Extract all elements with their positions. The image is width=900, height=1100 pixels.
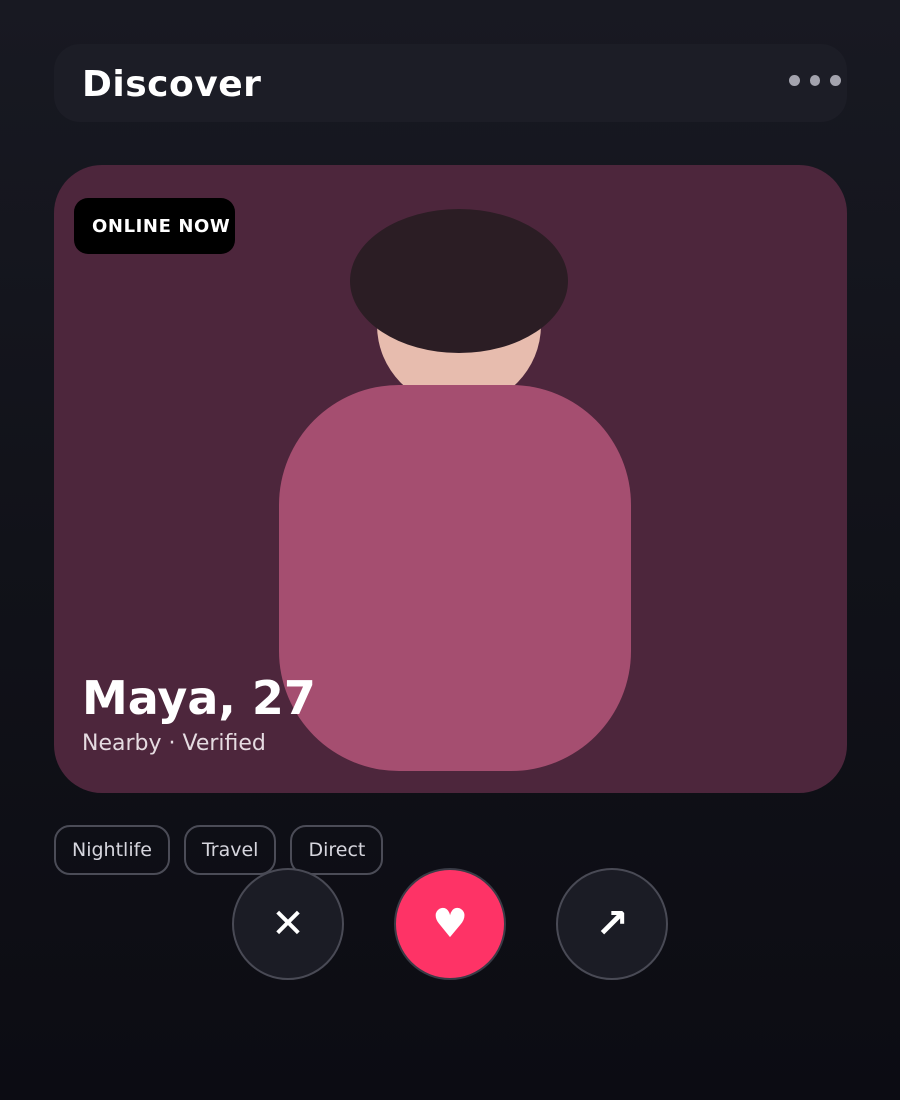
page-title: Discover <box>82 64 262 105</box>
dot <box>789 74 800 86</box>
pass-button[interactable]: ✕ <box>232 868 344 980</box>
tag-travel[interactable]: Travel <box>183 825 277 875</box>
dot <box>830 74 842 86</box>
profile-subtitle: Nearby · Verified <box>82 731 266 756</box>
dot <box>809 74 821 86</box>
interest-tags: Nightlife Travel Direct <box>54 825 384 875</box>
more-options-icon[interactable] <box>789 74 842 86</box>
hair <box>350 209 568 353</box>
shirt <box>279 385 631 771</box>
online-status-badge: ONLINE NOW <box>74 198 235 254</box>
tag-direct[interactable]: Direct <box>290 825 384 875</box>
tag-nightlife[interactable]: Nightlife <box>54 825 170 875</box>
close-icon: ✕ <box>271 901 305 947</box>
heart-icon: ♥ <box>432 901 468 947</box>
share-button[interactable]: ↗ <box>556 868 668 980</box>
like-button[interactable]: ♥ <box>394 868 506 980</box>
top-bar: Discover <box>54 44 847 122</box>
profile-name-age: Maya, 27 <box>82 671 316 725</box>
arrow-up-right-icon: ↗ <box>595 901 629 947</box>
profile-card[interactable]: ONLINE NOW Maya, 27 Nearby · Verified <box>54 165 847 793</box>
